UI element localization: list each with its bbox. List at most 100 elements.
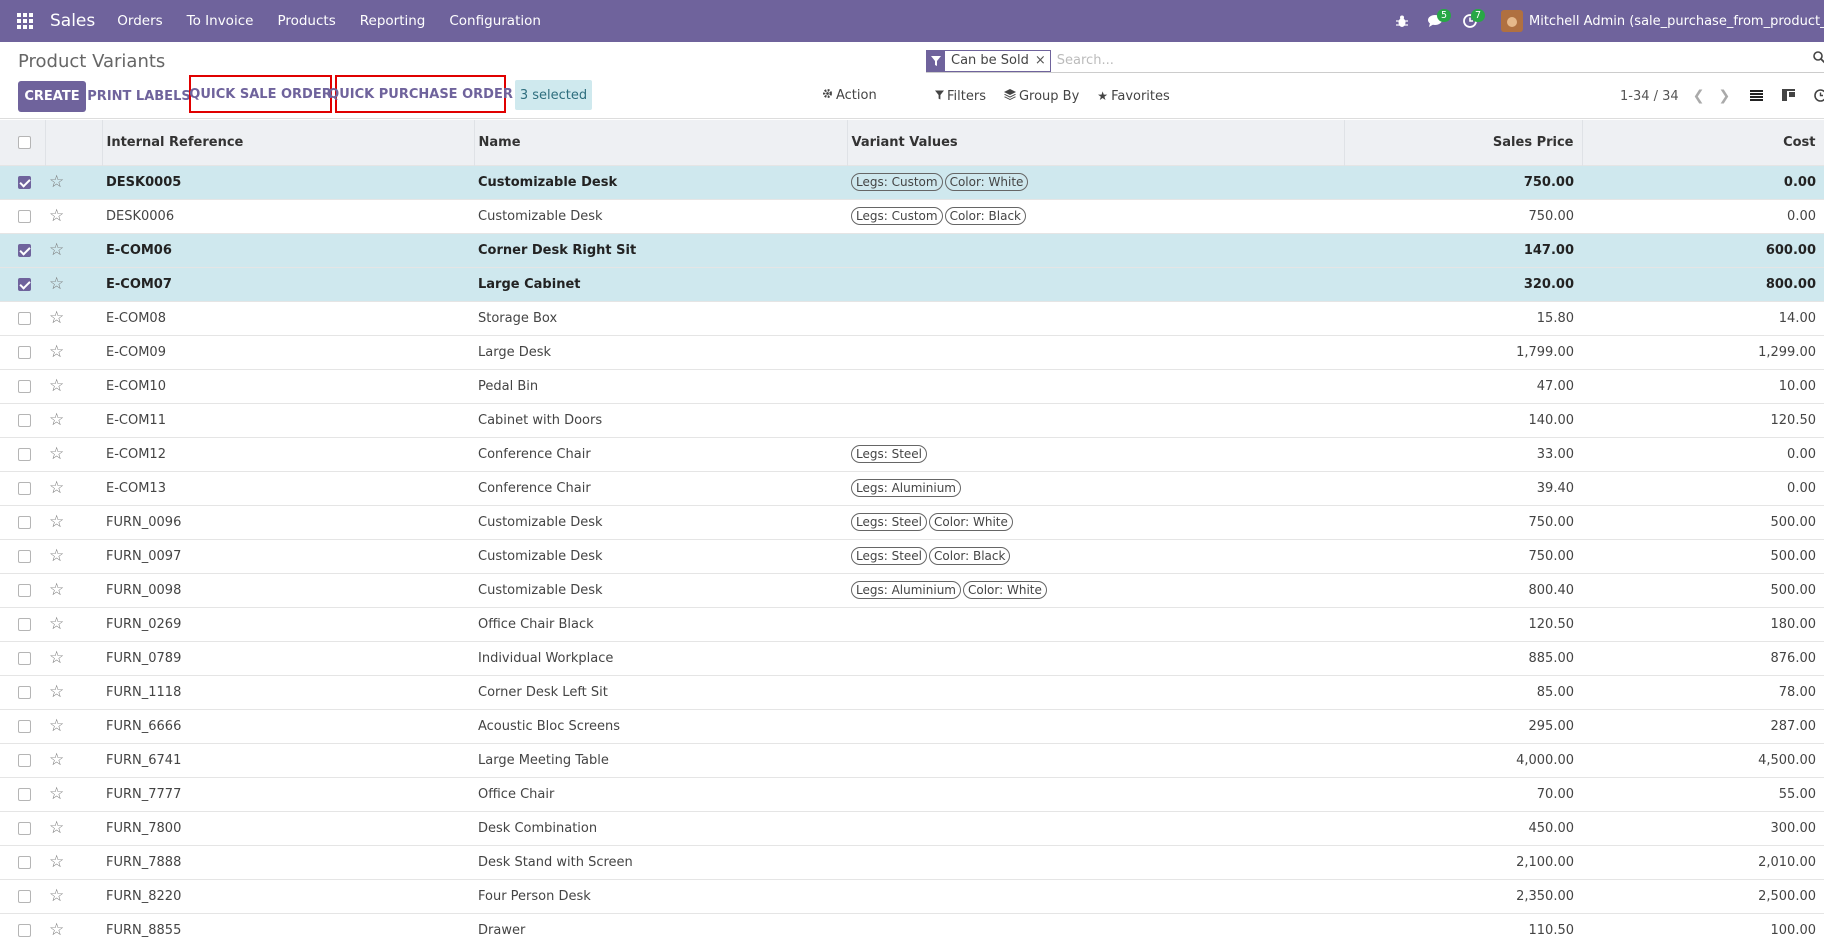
apps-menu-icon[interactable] (0, 0, 50, 42)
row-checkbox-cell[interactable] (0, 708, 45, 743)
row-checkbox-cell[interactable] (0, 436, 45, 471)
cell-name[interactable]: Office Chair Black (474, 606, 847, 641)
favorite-star-icon[interactable]: ☆ (49, 512, 64, 532)
table-row[interactable]: ☆ FURN_0789 Individual Workplace 885.00 876.… (0, 640, 1824, 675)
cell-sales-price[interactable]: 4,000.00 (1344, 742, 1582, 777)
cell-name[interactable]: Desk Combination (474, 810, 847, 845)
row-checkbox-cell[interactable] (0, 538, 45, 573)
favorites-button[interactable]: ★ Favorites (1097, 89, 1170, 104)
column-internal-reference[interactable]: Internal Reference (102, 120, 475, 165)
filters-button[interactable]: Filters (935, 89, 986, 104)
cell-variant-values[interactable] (847, 674, 1344, 709)
cell-variant-values[interactable]: Legs: Steel Color: Black (847, 538, 1344, 573)
favorite-star-icon[interactable]: ☆ (49, 920, 64, 940)
table-row[interactable]: ☆ E-COM08 Storage Box 15.80 14.00 (0, 300, 1824, 335)
row-checkbox-cell[interactable] (0, 266, 45, 301)
row-checkbox[interactable] (18, 447, 31, 461)
app-brand[interactable]: Sales (50, 11, 95, 31)
favorite-star-icon[interactable]: ☆ (49, 308, 64, 328)
table-row[interactable]: ☆ FURN_6741 Large Meeting Table 4,000.00 4,5… (0, 742, 1824, 777)
column-name[interactable]: Name (474, 120, 848, 165)
activity-view-icon[interactable] (1804, 80, 1824, 110)
row-checkbox[interactable] (18, 821, 31, 835)
row-checkbox[interactable] (18, 515, 31, 529)
favorite-cell[interactable]: ☆ (45, 810, 102, 845)
cell-cost[interactable]: 300.00 (1582, 810, 1824, 845)
favorite-cell[interactable]: ☆ (45, 640, 102, 675)
cell-sales-price[interactable]: 750.00 (1344, 538, 1582, 573)
cell-name[interactable]: Office Chair (474, 776, 847, 811)
cell-variant-values[interactable]: Legs: Custom Color: White (847, 164, 1344, 199)
cell-variant-values[interactable] (847, 742, 1344, 777)
table-row[interactable]: ☆ E-COM11 Cabinet with Doors 140.00 120.50 (0, 402, 1824, 437)
favorite-cell[interactable]: ☆ (45, 606, 102, 641)
row-checkbox-cell[interactable] (0, 878, 45, 913)
cell-sales-price[interactable]: 1,799.00 (1344, 334, 1582, 369)
cell-internal-reference[interactable]: E-COM08 (102, 300, 474, 335)
favorite-cell[interactable]: ☆ (45, 470, 102, 505)
cell-name[interactable]: Corner Desk Right Sit (474, 232, 847, 267)
favorite-cell[interactable]: ☆ (45, 232, 102, 267)
row-checkbox-cell[interactable] (0, 912, 45, 940)
favorite-cell[interactable]: ☆ (45, 878, 102, 913)
cell-name[interactable]: Customizable Desk (474, 538, 847, 573)
table-row[interactable]: ☆ FURN_8855 Drawer 110.50 100.00 (0, 912, 1824, 940)
table-row[interactable]: ☆ DESK0006 Customizable Desk Legs: Custom Co… (0, 198, 1824, 233)
cell-internal-reference[interactable]: E-COM11 (102, 402, 474, 437)
cell-internal-reference[interactable]: FURN_1118 (102, 674, 474, 709)
menu-products[interactable]: Products (277, 13, 335, 29)
row-checkbox-cell[interactable] (0, 504, 45, 539)
cell-name[interactable]: Large Meeting Table (474, 742, 847, 777)
favorite-star-icon[interactable]: ☆ (49, 410, 64, 430)
favorite-cell[interactable]: ☆ (45, 504, 102, 539)
favorite-star-icon[interactable]: ☆ (49, 716, 64, 736)
cell-sales-price[interactable]: 147.00 (1344, 232, 1582, 267)
cell-internal-reference[interactable]: FURN_0096 (102, 504, 474, 539)
favorite-star-icon[interactable]: ☆ (49, 206, 64, 226)
table-row[interactable]: ☆ E-COM09 Large Desk 1,799.00 1,299.00 (0, 334, 1824, 369)
favorite-cell[interactable]: ☆ (45, 674, 102, 709)
cell-sales-price[interactable]: 2,100.00 (1344, 844, 1582, 879)
row-checkbox[interactable] (18, 379, 31, 393)
cell-variant-values[interactable] (847, 266, 1344, 301)
row-checkbox[interactable] (18, 481, 31, 495)
favorite-star-icon[interactable]: ☆ (49, 546, 64, 566)
cell-cost[interactable]: 4,500.00 (1582, 742, 1824, 777)
cell-name[interactable]: Customizable Desk (474, 198, 847, 233)
favorite-star-icon[interactable]: ☆ (49, 852, 64, 872)
table-row[interactable]: ☆ E-COM06 Corner Desk Right Sit 147.00 600.0… (0, 232, 1824, 267)
messages-icon[interactable]: 5 (1419, 0, 1453, 42)
cell-name[interactable]: Acoustic Bloc Screens (474, 708, 847, 743)
table-row[interactable]: ☆ FURN_8220 Four Person Desk 2,350.00 2,500.… (0, 878, 1824, 913)
column-sales-price[interactable]: Sales Price (1344, 120, 1583, 165)
row-checkbox[interactable] (18, 243, 31, 257)
favorite-cell[interactable]: ☆ (45, 742, 102, 777)
row-checkbox[interactable] (18, 413, 31, 427)
row-checkbox-cell[interactable] (0, 164, 45, 199)
list-view-icon[interactable] (1740, 80, 1772, 110)
cell-name[interactable]: Conference Chair (474, 436, 847, 471)
row-checkbox[interactable] (18, 311, 31, 325)
cell-sales-price[interactable]: 800.40 (1344, 572, 1582, 607)
create-button[interactable]: CREATE (18, 81, 86, 112)
search-input[interactable] (1056, 53, 1657, 68)
cell-cost[interactable]: 0.00 (1582, 164, 1824, 199)
debug-bug-icon[interactable] (1385, 0, 1419, 42)
row-checkbox[interactable] (18, 549, 31, 563)
row-checkbox[interactable] (18, 685, 31, 699)
favorite-star-icon[interactable]: ☆ (49, 444, 64, 464)
cell-cost[interactable]: 180.00 (1582, 606, 1824, 641)
row-checkbox-cell[interactable] (0, 368, 45, 403)
pager-value[interactable]: 1-34 / 34 (1620, 89, 1679, 104)
cell-internal-reference[interactable]: FURN_8220 (102, 878, 474, 913)
table-row[interactable]: ☆ FURN_1118 Corner Desk Left Sit 85.00 78.00 (0, 674, 1824, 709)
favorite-star-icon[interactable]: ☆ (49, 614, 64, 634)
column-variant-values[interactable]: Variant Values (847, 120, 1345, 165)
favorite-cell[interactable]: ☆ (45, 436, 102, 471)
table-row[interactable]: ☆ FURN_6666 Acoustic Bloc Screens 295.00 287… (0, 708, 1824, 743)
table-row[interactable]: ☆ FURN_7800 Desk Combination 450.00 300.00 (0, 810, 1824, 845)
cell-cost[interactable]: 100.00 (1582, 912, 1824, 940)
row-checkbox-cell[interactable] (0, 606, 45, 641)
cell-cost[interactable]: 500.00 (1582, 572, 1824, 607)
cell-variant-values[interactable] (847, 606, 1344, 641)
